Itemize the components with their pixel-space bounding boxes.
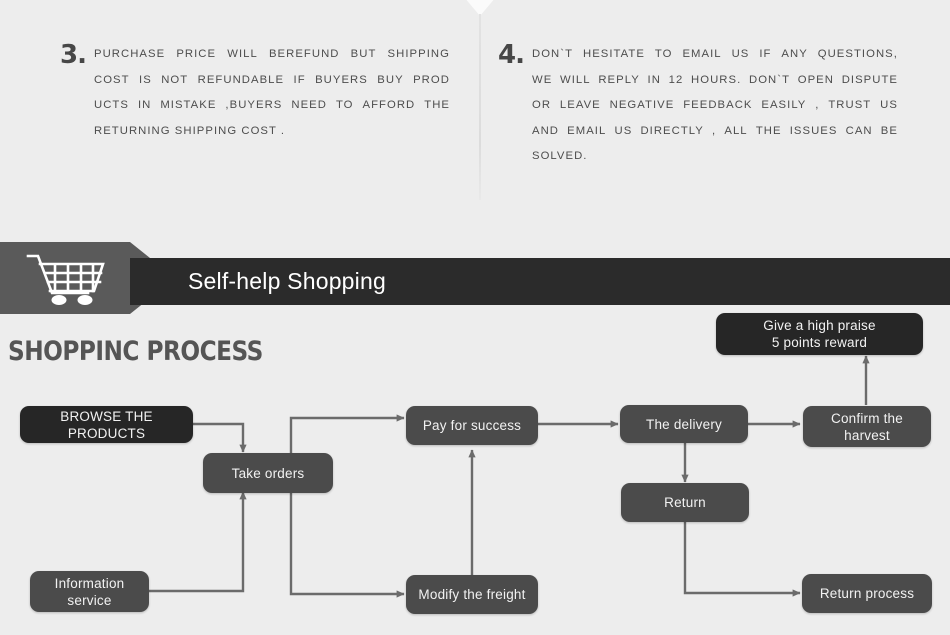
flow-node-label: Pay for success — [422, 418, 522, 433]
flow-node-label: Modify the freight — [418, 587, 526, 602]
flow-node-label: Return process — [819, 586, 915, 601]
flow-node-label: Give a high praise 5 points reward — [763, 318, 876, 350]
flow-node-give-a-high-praise[interactable]: Give a high praise 5 points reward — [716, 313, 923, 355]
flow-node-pay-for-success[interactable]: Pay for success — [406, 406, 538, 445]
edge-return-to-return-process — [683, 522, 801, 597]
flow-node-label: Information service — [54, 575, 125, 608]
flow-node-label: The delivery — [646, 416, 722, 432]
flow-node-label: Take orders — [231, 465, 305, 481]
flow-node-label: BROWSE THE PRODUCTS — [60, 408, 153, 441]
flow-node-confirm-the-harvest[interactable]: Confirm the harvest — [803, 406, 931, 447]
edge-browse-to-take-orders — [193, 422, 247, 453]
edge-info-to-take-orders — [149, 491, 247, 593]
page-root: 3. PURCHASE PRICE WILL BEREFUND BUT SHIPPING C… — [0, 0, 950, 635]
edge-take-orders-to-modify — [289, 493, 405, 598]
flow-node-return-process[interactable]: Return process — [802, 574, 932, 613]
flow-node-label: Confirm the harvest — [831, 410, 903, 443]
flow-node-the-delivery[interactable]: The delivery — [620, 405, 748, 443]
flow-node-take-orders[interactable]: Take orders — [203, 453, 333, 493]
flow-node-label: Return — [664, 495, 706, 510]
flow-node-return[interactable]: Return — [621, 483, 749, 522]
flow-node-information-service[interactable]: Information service — [30, 571, 149, 612]
shopping-process-flowchart: BROWSE THE PRODUCTS Take orders Informat… — [0, 0, 950, 635]
flow-node-modify-the-freight[interactable]: Modify the freight — [406, 575, 538, 614]
flow-node-browse-the-products[interactable]: BROWSE THE PRODUCTS — [20, 406, 193, 443]
